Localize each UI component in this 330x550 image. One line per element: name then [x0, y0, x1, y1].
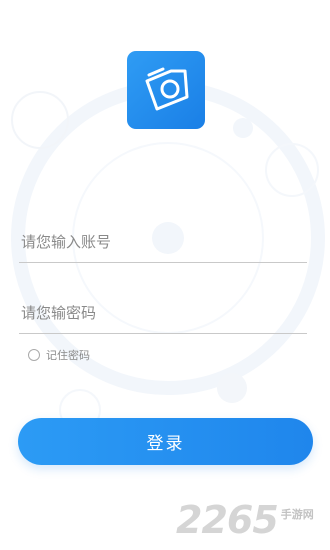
remember-password-label: 记住密码 [46, 349, 90, 362]
camera-icon [145, 67, 189, 111]
watermark-number: 2265 [176, 498, 279, 542]
account-input[interactable] [19, 222, 311, 262]
remember-password-option[interactable]: 记住密码 [28, 347, 90, 363]
password-field [19, 293, 311, 334]
account-field [19, 222, 311, 263]
password-input[interactable] [19, 293, 311, 333]
watermark-site: 手游网 [280, 508, 314, 521]
app-logo [127, 51, 205, 129]
site-watermark: 2265 手游网 [176, 496, 314, 540]
remember-radio[interactable] [28, 349, 40, 361]
login-button[interactable]: 登录 [18, 418, 313, 465]
